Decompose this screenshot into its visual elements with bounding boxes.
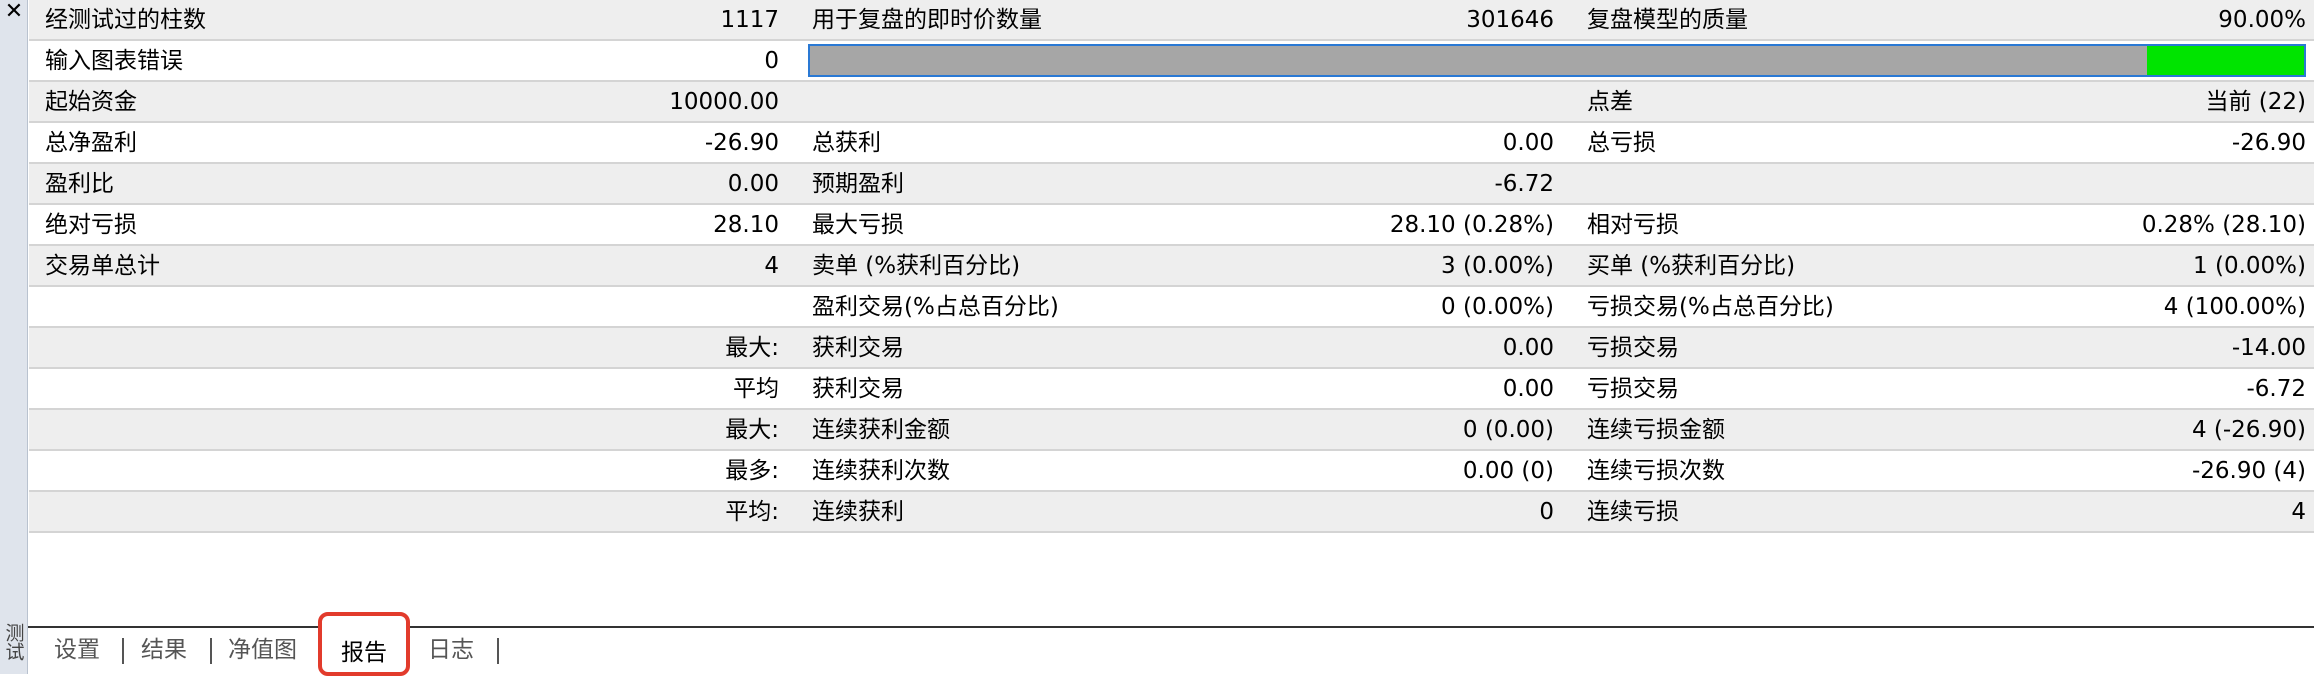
value-ticks-modelled: 301646 [1466, 7, 1554, 33]
tester-panel-label[interactable]: 测试 [0, 612, 28, 672]
label-relative-drawdown: 相对亏损 [1587, 212, 1679, 238]
value-average-loss-trade: -6.72 [2246, 376, 2306, 402]
tab-separator [497, 638, 499, 664]
value-average-consecutive-wins: 0 [1539, 499, 1554, 525]
table-row: 起始资金 10000.00 点差 当前 (22) [29, 82, 2314, 123]
label-consecutive-wins-count: 连续获利次数 [812, 458, 950, 484]
label-modelling-quality: 复盘模型的质量 [1587, 7, 1748, 33]
label-loss-trades: 亏损交易(%占总百分比) [1587, 294, 1834, 320]
label-average: 平均 [733, 376, 779, 402]
label-maximal: 最多: [725, 458, 779, 484]
close-icon[interactable]: ✕ [2, 0, 26, 24]
value-bars-tested: 1117 [720, 7, 779, 33]
value-consecutive-wins-amount: 0 (0.00) [1462, 417, 1554, 443]
value-largest-loss-trade: -14.00 [2231, 335, 2306, 361]
value-consecutive-wins-count: 0.00 (0) [1462, 458, 1554, 484]
table-row: 盈利比 0.00 预期盈利 -6.72 [29, 164, 2314, 205]
value-spread: 当前 (22) [2205, 89, 2306, 115]
label-consecutive-losses-amount: 连续亏损金额 [1587, 417, 1725, 443]
label-gross-profit: 总获利 [812, 130, 881, 156]
label-average-profit-trade: 获利交易 [812, 376, 904, 402]
value-initial-deposit: 10000.00 [669, 89, 779, 115]
value-expected-payoff: -6.72 [1494, 171, 1554, 197]
value-long-positions: 1 (0.00%) [2193, 253, 2306, 279]
tab-settings[interactable]: 设置 [54, 628, 100, 670]
value-maximal-drawdown: 28.10 (0.28%) [1389, 212, 1554, 238]
table-row: 输入图表错误 0 [29, 41, 2314, 82]
table-row: 总净盈利 -26.90 总获利 0.00 总亏损 -26.90 [29, 123, 2314, 164]
label-total-net-profit: 总净盈利 [45, 130, 137, 156]
tab-equity-graph[interactable]: 净值图 [228, 628, 297, 670]
tester-tab-bar: 设置 结果 净值图 报告 日志 [28, 612, 2314, 676]
table-row: 绝对亏损 28.10 最大亏损 28.10 (0.28%) 相对亏损 0.28%… [29, 205, 2314, 246]
value-relative-drawdown: 0.28% (28.10) [2141, 212, 2306, 238]
table-row: 盈利交易(%占总百分比) 0 (0.00%) 亏损交易(%占总百分比) 4 (1… [29, 287, 2314, 328]
label-largest-profit-trade: 获利交易 [812, 335, 904, 361]
label-average-consecutive-wins: 连续获利 [812, 499, 904, 525]
table-row: 经测试过的柱数 1117 用于复盘的即时价数量 301646 复盘模型的质量 9… [29, 0, 2314, 41]
modelling-quality-fill [2147, 46, 2304, 75]
label-absolute-drawdown: 绝对亏损 [45, 212, 137, 238]
label-short-positions: 卖单 (%获利百分比) [812, 253, 1021, 279]
label-spread: 点差 [1587, 89, 1633, 115]
tab-report[interactable]: 报告 [318, 612, 410, 676]
label-ticks-modelled: 用于复盘的即时价数量 [812, 7, 1042, 33]
value-consecutive-losses-count: -26.90 (4) [2191, 458, 2306, 484]
label-total-trades: 交易单总计 [45, 253, 160, 279]
label-largest-loss-trade: 亏损交易 [1587, 335, 1679, 361]
table-row: 交易单总计 4 卖单 (%获利百分比) 3 (0.00%) 买单 (%获利百分比… [29, 246, 2314, 287]
table-row: 最大: 连续获利金额 0 (0.00) 连续亏损金额 4 (-26.90) [29, 410, 2314, 451]
value-gross-loss: -26.90 [2231, 130, 2306, 156]
tab-separator [122, 638, 124, 664]
modelling-quality-bar [808, 44, 2306, 77]
value-loss-trades: 4 (100.00%) [2163, 294, 2306, 320]
label-maximal-drawdown: 最大亏损 [812, 212, 904, 238]
value-absolute-drawdown: 28.10 [713, 212, 779, 238]
value-average-consecutive-losses: 4 [2291, 499, 2306, 525]
label-average-consecutive-losses: 连续亏损 [1587, 499, 1679, 525]
value-mismatched-chart-errors: 0 [764, 48, 779, 74]
label-average-consecutive: 平均: [725, 499, 779, 525]
label-maximum: 最大: [725, 417, 779, 443]
value-consecutive-losses-amount: 4 (-26.90) [2191, 417, 2306, 443]
value-largest-profit-trade: 0.00 [1502, 335, 1554, 361]
table-row: 最大: 获利交易 0.00 亏损交易 -14.00 [29, 328, 2314, 369]
value-total-net-profit: -26.90 [704, 130, 779, 156]
label-long-positions: 买单 (%获利百分比) [1587, 253, 1796, 279]
label-profit-factor: 盈利比 [45, 171, 114, 197]
table-row: 最多: 连续获利次数 0.00 (0) 连续亏损次数 -26.90 (4) [29, 451, 2314, 492]
label-expected-payoff: 预期盈利 [812, 171, 904, 197]
tester-side-panel: ✕ 测试 [0, 0, 28, 674]
value-short-positions: 3 (0.00%) [1441, 253, 1554, 279]
value-profit-factor: 0.00 [727, 171, 779, 197]
label-profit-trades: 盈利交易(%占总百分比) [812, 294, 1059, 320]
label-consecutive-wins-amount: 连续获利金额 [812, 417, 950, 443]
tab-separator [210, 638, 212, 664]
label-initial-deposit: 起始资金 [45, 89, 137, 115]
value-profit-trades: 0 (0.00%) [1441, 294, 1554, 320]
value-total-trades: 4 [764, 253, 779, 279]
label-bars-tested: 经测试过的柱数 [45, 7, 206, 33]
label-consecutive-losses-count: 连续亏损次数 [1587, 458, 1725, 484]
label-mismatched-chart-errors: 输入图表错误 [45, 48, 183, 74]
value-modelling-quality: 90.00% [2218, 7, 2306, 33]
value-average-profit-trade: 0.00 [1502, 376, 1554, 402]
label-largest: 最大: [725, 335, 779, 361]
value-gross-profit: 0.00 [1502, 130, 1554, 156]
table-row: 平均 获利交易 0.00 亏损交易 -6.72 [29, 369, 2314, 410]
tab-journal[interactable]: 日志 [428, 628, 474, 670]
tab-results[interactable]: 结果 [141, 628, 187, 670]
label-average-loss-trade: 亏损交易 [1587, 376, 1679, 402]
label-gross-loss: 总亏损 [1587, 130, 1656, 156]
table-row: 平均: 连续获利 0 连续亏损 4 [29, 492, 2314, 533]
report-table: 经测试过的柱数 1117 用于复盘的即时价数量 301646 复盘模型的质量 9… [29, 0, 2314, 533]
